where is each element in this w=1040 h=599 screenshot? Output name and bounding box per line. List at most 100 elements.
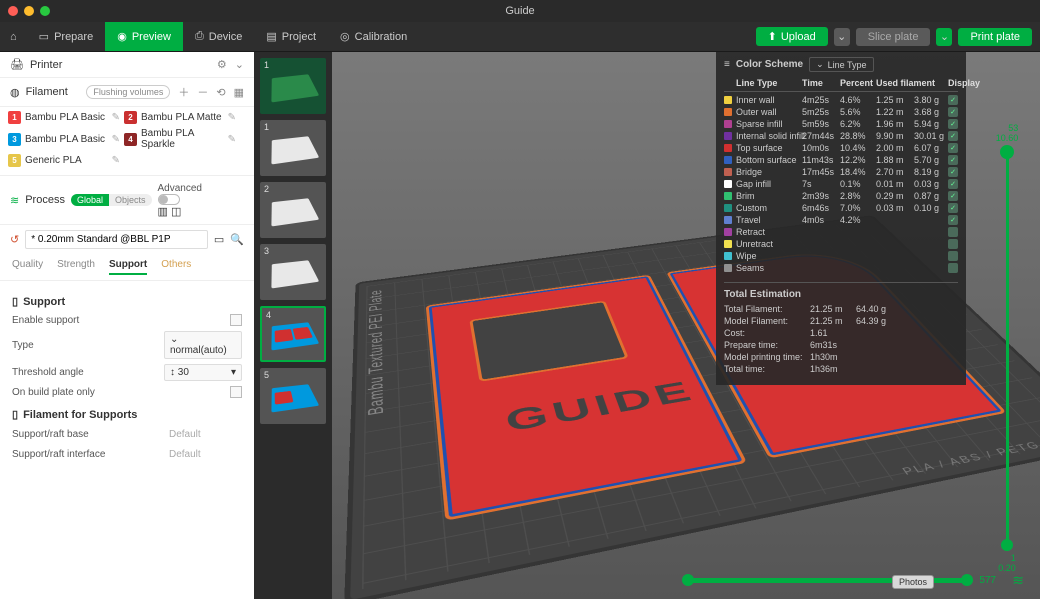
slider-knob-top[interactable] — [1001, 147, 1013, 159]
window-title: Guide — [505, 5, 534, 17]
home-button[interactable]: ⌂ — [0, 22, 27, 51]
close-window-icon[interactable] — [8, 6, 18, 16]
add-filament-icon[interactable]: ＋ — [178, 84, 189, 100]
tab-quality[interactable]: Quality — [12, 259, 43, 275]
maximize-window-icon[interactable] — [40, 6, 50, 16]
display-checkbox[interactable]: ✓ — [948, 179, 958, 189]
plate-thumb-6[interactable]: 5 — [260, 368, 326, 424]
enable-support-checkbox[interactable] — [230, 314, 242, 326]
plate-thumb-5[interactable]: 4 — [260, 306, 326, 362]
slider-knob-bottom[interactable] — [1001, 539, 1013, 551]
compare-icon[interactable]: ▥ — [158, 206, 168, 218]
linetype-row: Retract — [724, 226, 958, 238]
layers-icon[interactable]: ≋ — [1012, 572, 1024, 589]
support-type-select[interactable]: ⌄ normal(auto) — [164, 331, 242, 359]
plate-thumb-1[interactable]: 1 — [260, 58, 326, 114]
preset-select[interactable] — [25, 230, 208, 249]
color-swatch — [724, 240, 732, 248]
display-checkbox[interactable] — [948, 251, 958, 261]
tab-support[interactable]: Support — [109, 259, 147, 275]
filament-cell[interactable]: 1Bambu PLA Basic✎ — [8, 111, 120, 124]
plate-thumb-2[interactable]: 1 — [260, 120, 326, 176]
color-scheme-panel: ≡ Color Scheme ⌄ Line Type Line Type Tim… — [716, 52, 966, 385]
save-preset-icon[interactable]: ▭ — [214, 233, 224, 246]
tab-strength[interactable]: Strength — [57, 259, 95, 275]
color-swatch — [724, 180, 732, 188]
upload-icon: ⬆ — [768, 30, 777, 43]
display-checkbox[interactable]: ✓ — [948, 131, 958, 141]
display-checkbox[interactable] — [948, 239, 958, 249]
display-checkbox[interactable]: ✓ — [948, 215, 958, 225]
sync-icon[interactable]: ⟲ — [216, 86, 225, 99]
slider-knob-right[interactable] — [961, 574, 973, 586]
linetype-row: Wipe — [724, 250, 958, 262]
layer-slider-vertical[interactable]: 5310.60 + 10.20 — [992, 124, 1022, 574]
minimize-window-icon[interactable] — [24, 6, 34, 16]
process-section-head: ≋ Process GlobalObjects Advanced ▥ ◫ — [0, 175, 254, 225]
moves-slider-horizontal[interactable]: 577 Photos — [682, 573, 996, 587]
filament-cell[interactable]: 3Bambu PLA Basic✎ — [8, 133, 120, 146]
plate-list: 1 1 2 3 4 5 — [254, 52, 332, 599]
display-checkbox[interactable]: ✓ — [948, 203, 958, 213]
linetype-row: Custom6m46s7.0%0.03 m0.10 g✓ — [724, 202, 958, 214]
plate-thumb-4[interactable]: 3 — [260, 244, 326, 300]
edit-icon[interactable]: ✎ — [112, 112, 120, 123]
display-checkbox[interactable]: ✓ — [948, 167, 958, 177]
edit-icon[interactable]: ✎ — [112, 134, 120, 145]
upload-button[interactable]: ⬆Upload — [756, 27, 828, 46]
edit-icon[interactable]: ✎ — [228, 112, 236, 123]
ams-icon[interactable]: ▦ — [234, 86, 244, 99]
filament-cell[interactable]: 4Bambu PLA Sparkle✎ — [124, 128, 236, 150]
tab-preview[interactable]: ◉Preview — [105, 22, 183, 51]
gear-icon[interactable]: ⚙ — [217, 58, 227, 71]
display-checkbox[interactable]: ✓ — [948, 143, 958, 153]
tab-others[interactable]: Others — [161, 259, 191, 275]
on-build-plate-checkbox[interactable] — [230, 386, 242, 398]
color-swatch — [724, 108, 732, 116]
filament-cell[interactable]: 5Generic PLA✎ — [8, 154, 120, 167]
display-checkbox[interactable]: ✓ — [948, 155, 958, 165]
display-checkbox[interactable]: ✓ — [948, 95, 958, 105]
slice-button[interactable]: Slice plate — [856, 28, 931, 46]
print-button[interactable]: Print plate — [958, 28, 1032, 46]
tab-project[interactable]: ▤Project — [254, 22, 328, 51]
collapse-icon[interactable]: ▯ — [12, 295, 18, 308]
display-checkbox[interactable]: ✓ — [948, 107, 958, 117]
window-controls — [8, 6, 50, 16]
display-checkbox[interactable]: ✓ — [948, 119, 958, 129]
edit-icon[interactable]: ✎ — [228, 134, 236, 145]
reset-icon[interactable]: ↺ — [10, 233, 19, 246]
print-dropdown[interactable]: ⌄ — [936, 28, 952, 46]
printer-section-head[interactable]: 🖨 Printer ⚙⌄ — [0, 52, 254, 78]
linetype-row: Bridge17m45s18.4%2.70 m8.19 g✓ — [724, 166, 958, 178]
global-objects-toggle[interactable]: GlobalObjects — [71, 194, 152, 206]
raft-interface-select[interactable]: Default — [164, 447, 242, 462]
remove-filament-icon[interactable]: － — [197, 84, 208, 100]
color-swatch — [724, 96, 732, 104]
tab-device[interactable]: ⎙Device — [183, 22, 254, 51]
collapse-icon[interactable]: ▯ — [12, 408, 18, 421]
color-scheme-select[interactable]: ⌄ Line Type — [809, 57, 873, 72]
raft-base-select[interactable]: Default — [164, 427, 242, 442]
flushing-volumes-button[interactable]: Flushing volumes — [86, 85, 170, 99]
tab-calibration[interactable]: ◎Calibration — [328, 22, 419, 51]
edit-icon[interactable]: ✎ — [112, 155, 120, 166]
params-icon[interactable]: ◫ — [171, 206, 181, 218]
chevron-down-icon[interactable]: ⌄ — [235, 58, 244, 71]
display-checkbox[interactable] — [948, 263, 958, 273]
threshold-angle-input[interactable]: ↕ 30 ▾ — [164, 364, 242, 381]
plate-thumb-3[interactable]: 2 — [260, 182, 326, 238]
tab-prepare[interactable]: ▭Prepare — [27, 22, 106, 51]
filament-cell[interactable]: 2Bambu PLA Matte✎ — [124, 111, 236, 124]
collapse-icon[interactable]: ≡ — [724, 59, 730, 70]
display-checkbox[interactable] — [948, 227, 958, 237]
viewport-3d[interactable]: Bambu Textured PEI Plate PLA / ABS / PET… — [332, 52, 1040, 599]
display-checkbox[interactable]: ✓ — [948, 191, 958, 201]
linetype-row: Travel4m0s4.2%✓ — [724, 214, 958, 226]
slider-knob-left[interactable] — [682, 574, 694, 586]
color-swatch — [724, 216, 732, 224]
slice-dropdown[interactable]: ⌄ — [834, 28, 850, 46]
color-swatch — [724, 228, 732, 236]
advanced-toggle[interactable] — [158, 194, 180, 205]
search-icon[interactable]: 🔍 — [230, 233, 244, 246]
